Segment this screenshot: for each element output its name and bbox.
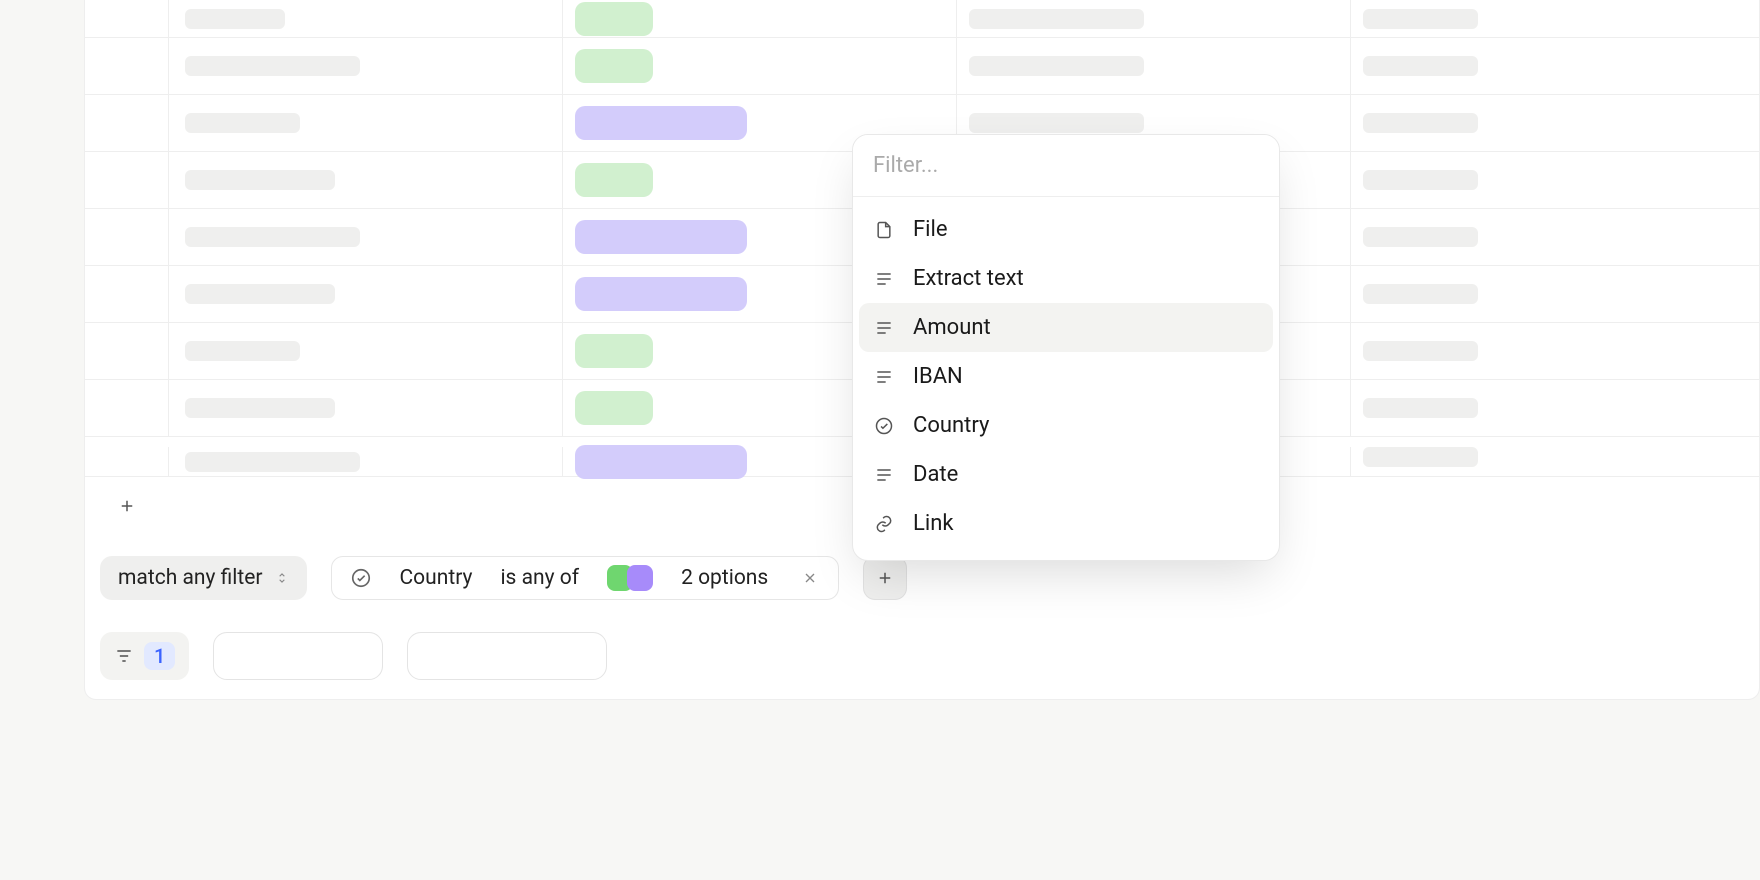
filter-icon — [114, 646, 134, 666]
text-skeleton — [1363, 113, 1478, 133]
text-skeleton — [1363, 341, 1478, 361]
filter-field-option[interactable]: IBAN — [859, 352, 1273, 401]
check-icon — [873, 415, 895, 437]
filter-field-option[interactable]: Link — [859, 499, 1273, 548]
text-skeleton — [969, 56, 1144, 76]
tag-pill — [575, 445, 747, 479]
filter-field-list: File Extract text Amount IBAN Country Date Lin… — [853, 197, 1279, 560]
match-mode-label: match any filter — [118, 566, 263, 590]
text-skeleton — [185, 341, 300, 361]
tag-pill — [575, 334, 653, 368]
text-skeleton — [185, 227, 360, 247]
filter-field-popover: File Extract text Amount IBAN Country Date Lin… — [852, 134, 1280, 561]
text-skeleton — [1363, 170, 1478, 190]
filter-count-chip[interactable]: 1 — [100, 632, 189, 680]
check-circle-icon — [350, 567, 372, 589]
text-skeleton — [1363, 227, 1478, 247]
swatch-purple — [627, 565, 653, 591]
text-skeleton — [185, 170, 335, 190]
add-row-button[interactable] — [85, 477, 169, 534]
tag-pill — [575, 163, 653, 197]
bottom-toolbar: 1 — [100, 632, 607, 680]
text-icon — [873, 317, 895, 339]
chevron-updown-icon — [275, 569, 289, 587]
filter-field-option[interactable]: Extract text — [859, 254, 1273, 303]
filter-field-option-label: Date — [913, 462, 958, 487]
remove-filter-button[interactable] — [796, 570, 824, 586]
toolbar-slot-1[interactable] — [213, 632, 383, 680]
text-skeleton — [969, 9, 1144, 29]
filter-count-badge: 1 — [144, 642, 175, 670]
text-skeleton — [185, 113, 300, 133]
text-skeleton — [1363, 398, 1478, 418]
table-row[interactable] — [85, 38, 1759, 95]
toolbar-slot-2[interactable] — [407, 632, 607, 680]
plus-icon — [118, 497, 136, 515]
filter-value-swatches — [607, 565, 653, 591]
filter-field-option-label: Country — [913, 413, 989, 438]
text-skeleton — [1363, 9, 1478, 29]
text-skeleton — [1363, 284, 1478, 304]
plus-icon — [876, 569, 894, 587]
tag-pill — [575, 49, 653, 83]
table-row[interactable] — [85, 0, 1759, 38]
text-skeleton — [185, 398, 335, 418]
filter-field-option[interactable]: File — [859, 205, 1273, 254]
filter-field-option[interactable]: Amount — [859, 303, 1273, 352]
filter-condition-label: is any of — [500, 566, 579, 590]
filter-field-option-label: Link — [913, 511, 954, 536]
text-skeleton — [185, 9, 285, 29]
text-icon — [873, 464, 895, 486]
link-icon — [873, 513, 895, 535]
file-icon — [873, 219, 895, 241]
text-skeleton — [1363, 56, 1478, 76]
filter-field-option-label: File — [913, 217, 948, 242]
filter-value-summary: 2 options — [681, 566, 768, 590]
tag-pill — [575, 220, 747, 254]
filter-field-option-label: Extract text — [913, 266, 1024, 291]
filter-field-label: Country — [400, 566, 473, 590]
text-skeleton — [969, 113, 1144, 133]
active-filter-chip[interactable]: Country is any of 2 options — [331, 556, 840, 600]
text-skeleton — [185, 284, 335, 304]
filter-field-option-label: Amount — [913, 315, 991, 340]
text-icon — [873, 268, 895, 290]
match-mode-select[interactable]: match any filter — [100, 556, 307, 600]
filter-field-option-label: IBAN — [913, 364, 963, 389]
add-filter-button[interactable] — [863, 556, 907, 600]
tag-pill — [575, 106, 747, 140]
tag-pill — [575, 391, 653, 425]
tag-pill — [575, 277, 747, 311]
filter-bar: match any filter Country is any of 2 opt… — [100, 556, 907, 600]
tag-pill — [575, 2, 653, 36]
filter-field-option[interactable]: Country — [859, 401, 1273, 450]
filter-search-input[interactable] — [853, 135, 1279, 197]
text-skeleton — [1363, 447, 1478, 467]
text-skeleton — [185, 452, 360, 472]
text-skeleton — [185, 56, 360, 76]
text-icon — [873, 366, 895, 388]
filter-field-option[interactable]: Date — [859, 450, 1273, 499]
